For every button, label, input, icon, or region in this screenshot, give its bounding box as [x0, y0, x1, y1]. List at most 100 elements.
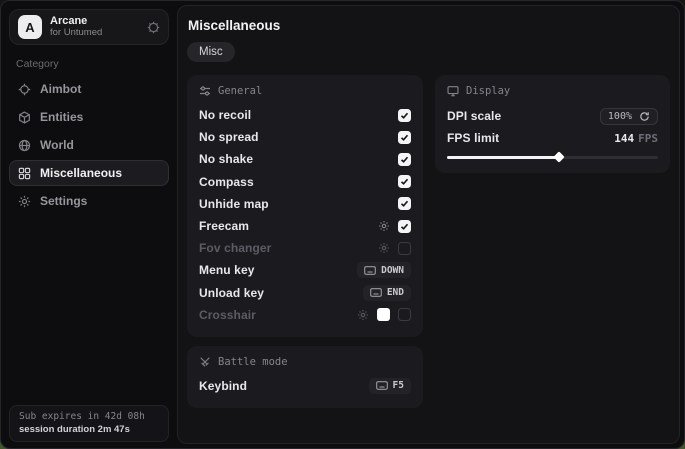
crosshair-icon [18, 83, 31, 96]
panels-area: General No recoil No spread [187, 75, 670, 408]
sidebar-item-label: Aimbot [40, 82, 81, 96]
checkbox-unchecked[interactable] [398, 308, 411, 321]
slider-thumb[interactable] [553, 151, 564, 162]
row-unload-key: Unload key END [199, 282, 411, 304]
arcane-menu-window: A Arcane for Untumed Category Ai [0, 0, 685, 449]
fps-unit: FPS [638, 132, 658, 145]
battle-mode-panel-header: Battle mode [199, 356, 411, 368]
session-duration-label: session duration [19, 424, 95, 435]
sidebar-item-label: Entities [40, 110, 83, 124]
sidebar-item-label: Miscellaneous [40, 166, 122, 180]
fps-number: 144 [614, 132, 634, 145]
sidebar-item-miscellaneous[interactable]: Miscellaneous [9, 160, 169, 186]
swords-icon [199, 356, 211, 368]
refresh-icon[interactable] [639, 111, 650, 122]
keyboard-icon [376, 381, 388, 390]
sidebar-item-aimbot[interactable]: Aimbot [9, 76, 169, 102]
row-label: DPI scale [447, 109, 501, 123]
row-label: Menu key [199, 263, 255, 277]
row-no-spread: No spread [199, 126, 411, 148]
row-fov-changer: Fov changer [199, 237, 411, 259]
general-panel-header: General [199, 85, 411, 97]
row-dpi-scale: DPI scale 100% [447, 104, 658, 128]
row-no-shake: No shake [199, 148, 411, 170]
row-label: Crosshair [199, 308, 256, 322]
general-panel-title: General [218, 85, 262, 97]
right-column: Display DPI scale 100% [435, 75, 670, 173]
keybind-value: DOWN [381, 265, 404, 276]
keyboard-icon [364, 266, 376, 275]
sliders-icon [199, 85, 211, 97]
keybind-badge[interactable]: DOWN [357, 262, 411, 278]
row-keybind: Keybind F5 [199, 375, 411, 397]
sub-expiry-text: Sub expires in 42d 08h [19, 411, 159, 422]
session-duration-text: session duration 2m 47s [19, 424, 159, 435]
general-panel: General No recoil No spread [187, 75, 423, 337]
brand-text: Arcane for Untumed [50, 15, 102, 39]
row-label: FPS limit [447, 131, 499, 145]
brand-name: Arcane [50, 15, 102, 28]
battle-mode-panel: Battle mode Keybind F5 [187, 346, 423, 408]
session-duration-value: 2m 47s [98, 424, 130, 435]
fps-limit-value: 144 FPS [614, 132, 658, 145]
checkbox-checked[interactable] [398, 220, 411, 233]
slider-fill [447, 156, 559, 159]
row-unhide-map: Unhide map [199, 193, 411, 215]
globe-icon [18, 139, 31, 152]
keybind-badge[interactable]: F5 [369, 378, 411, 394]
row-label: No spread [199, 130, 259, 144]
row-label: No shake [199, 152, 253, 166]
dpi-scale-badge[interactable]: 100% [600, 108, 658, 125]
display-panel-title: Display [466, 85, 510, 97]
keyboard-icon [370, 288, 382, 297]
category-label: Category [16, 58, 169, 70]
row-menu-key: Menu key DOWN [199, 259, 411, 281]
brand-subtitle: for Untumed [50, 28, 102, 39]
row-label: Keybind [199, 379, 247, 393]
page-title: Miscellaneous [188, 18, 670, 33]
tab-row: Misc [187, 42, 670, 62]
sidebar-item-settings[interactable]: Settings [9, 188, 169, 214]
row-label: Fov changer [199, 241, 271, 255]
row-label: Compass [199, 175, 254, 189]
cube-icon [18, 111, 31, 124]
color-swatch[interactable] [377, 308, 390, 321]
fps-slider[interactable] [447, 152, 658, 162]
gear-icon [18, 195, 31, 208]
checkbox-checked[interactable] [398, 109, 411, 122]
checkbox-checked[interactable] [398, 175, 411, 188]
display-panel: Display DPI scale 100% [435, 75, 670, 173]
row-label: Unhide map [199, 197, 269, 211]
monitor-icon [447, 85, 459, 97]
keybind-value: F5 [393, 380, 404, 391]
row-no-recoil: No recoil [199, 104, 411, 126]
keybind-badge[interactable]: END [363, 285, 411, 301]
gear-icon[interactable] [378, 242, 390, 254]
battle-mode-panel-title: Battle mode [218, 356, 288, 368]
sidebar-item-entities[interactable]: Entities [9, 104, 169, 130]
checkbox-checked[interactable] [398, 131, 411, 144]
brand-card: A Arcane for Untumed [9, 9, 169, 45]
avatar: A [18, 15, 42, 39]
tab-misc[interactable]: Misc [187, 42, 235, 62]
display-panel-header: Display [447, 85, 658, 97]
checkbox-unchecked[interactable] [398, 242, 411, 255]
main-content: Miscellaneous Misc General [177, 5, 680, 444]
grid-icon [18, 167, 31, 180]
gear-icon[interactable] [378, 220, 390, 232]
sidebar-item-label: World [40, 138, 74, 152]
gear-icon[interactable] [147, 21, 160, 34]
row-label: Unload key [199, 286, 264, 300]
row-freecam: Freecam [199, 215, 411, 237]
row-fps-limit: FPS limit 144 FPS [447, 128, 658, 148]
row-crosshair: Crosshair [199, 304, 411, 326]
dpi-scale-value: 100% [608, 111, 632, 122]
sidebar-item-world[interactable]: World [9, 132, 169, 158]
checkbox-checked[interactable] [398, 153, 411, 166]
category-nav: Aimbot Entities World [9, 76, 169, 214]
keybind-value: END [387, 287, 404, 298]
sidebar: A Arcane for Untumed Category Ai [1, 1, 177, 448]
sidebar-item-label: Settings [40, 194, 87, 208]
checkbox-checked[interactable] [398, 197, 411, 210]
gear-icon[interactable] [357, 309, 369, 321]
